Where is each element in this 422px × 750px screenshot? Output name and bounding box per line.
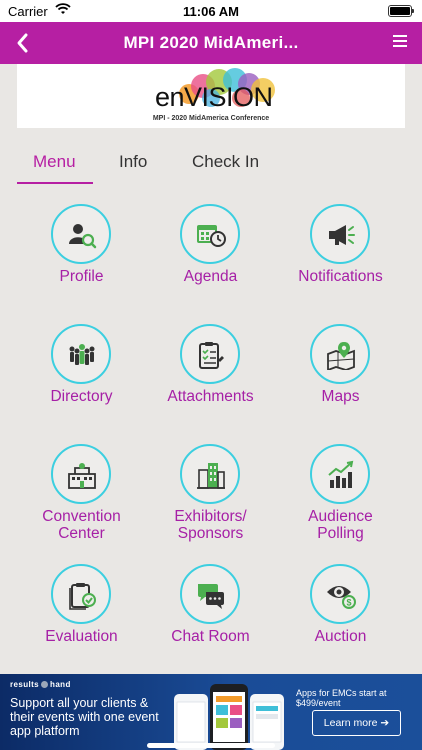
menu-item-maps[interactable]: Maps xyxy=(276,316,405,436)
conference-subtitle: MPI - 2020 MidAmerica Conference xyxy=(152,115,270,122)
back-button[interactable] xyxy=(10,28,34,58)
menu-item-notifications[interactable]: Notifications xyxy=(276,196,405,316)
menu-item-chat-room[interactable]: Chat Room xyxy=(146,556,275,676)
hamburger-menu-icon-line xyxy=(393,40,407,42)
phones-graphic xyxy=(174,684,284,750)
battery-icon xyxy=(388,5,414,17)
hamburger-menu-icon-line xyxy=(393,35,407,37)
menu-item-label: Exhibitors/ Sponsors xyxy=(174,508,247,542)
menu-item-label: Chat Room xyxy=(171,628,250,645)
menu-item-label: Audience Polling xyxy=(308,508,373,542)
ad-brand-logo: results hand xyxy=(10,680,71,689)
calendar-clock-icon xyxy=(180,204,240,264)
menu-item-evaluation[interactable]: Evaluation xyxy=(17,556,146,676)
ad-price-text: Apps for EMCs start at $499/event xyxy=(296,688,387,708)
menu-item-auction[interactable]: $ Auction xyxy=(276,556,405,676)
menu-item-profile[interactable]: Profile xyxy=(17,196,146,316)
building-icon xyxy=(51,444,111,504)
office-buildings-icon xyxy=(180,444,240,504)
active-tab-indicator xyxy=(17,182,93,184)
profile-search-icon xyxy=(51,204,111,264)
tab-info[interactable]: Info xyxy=(119,152,147,172)
advertisement-banner[interactable]: results hand Support all your clients & t… xyxy=(0,674,422,750)
menu-item-agenda[interactable]: Agenda xyxy=(146,196,275,316)
menu-item-directory[interactable]: Directory xyxy=(17,316,146,436)
tab-check-in[interactable]: Check In xyxy=(192,152,259,172)
menu-item-exhibitors-sponsors[interactable]: Exhibitors/ Sponsors xyxy=(146,436,275,556)
bar-chart-trend-icon xyxy=(310,444,370,504)
chat-bubbles-icon xyxy=(180,564,240,624)
event-banner: enVISION MPI - 2020 MidAmerica Conferenc… xyxy=(17,64,405,128)
ad-headline: Support all your clients & their events … xyxy=(10,696,159,738)
menu-item-audience-polling[interactable]: Audience Polling xyxy=(276,436,405,556)
envision-logo-text: enVISION xyxy=(155,82,273,112)
tab-menu[interactable]: Menu xyxy=(33,152,76,172)
menu-item-label: Evaluation xyxy=(45,628,118,645)
clipboard-check-icon xyxy=(51,564,111,624)
eye-dollar-icon: $ xyxy=(310,564,370,624)
menu-item-label: Agenda xyxy=(183,268,238,285)
menu-item-label: Attachments xyxy=(167,388,254,405)
learn-more-button[interactable]: Learn more ➔ xyxy=(312,710,401,736)
menu-item-attachments[interactable]: Attachments xyxy=(146,316,275,436)
tab-bar: Menu Info Check In xyxy=(17,140,405,186)
menu-item-label: Maps xyxy=(321,388,360,405)
brand-dot-icon xyxy=(41,681,49,689)
clipboard-checklist-icon xyxy=(180,324,240,384)
menu-grid: Profile Agenda Notifications Directory A… xyxy=(17,196,405,666)
hamburger-menu-icon-line xyxy=(393,45,407,47)
megaphone-icon xyxy=(310,204,370,264)
clock-time: 11:06 AM xyxy=(183,4,239,19)
status-bar: Carrier 11:06 AM xyxy=(0,0,422,22)
svg-text:$: $ xyxy=(346,598,351,608)
ad-brand-left: results xyxy=(10,680,40,689)
ad-brand-right: hand xyxy=(50,680,71,689)
page-title: MPI 2020 MidAmeri... xyxy=(123,33,299,52)
menu-item-label: Convention Center xyxy=(42,508,121,542)
hamburger-menu-button[interactable] xyxy=(393,33,409,53)
menu-item-label: Profile xyxy=(59,268,104,285)
home-indicator xyxy=(147,743,275,748)
menu-item-label: Auction xyxy=(314,628,367,645)
people-group-icon xyxy=(51,324,111,384)
menu-item-label: Notifications xyxy=(298,268,383,285)
menu-item-convention-center[interactable]: Convention Center xyxy=(17,436,146,556)
menu-item-label: Directory xyxy=(50,388,113,405)
navigation-bar: MPI 2020 MidAmeri... xyxy=(0,22,422,64)
map-pin-icon xyxy=(310,324,370,384)
